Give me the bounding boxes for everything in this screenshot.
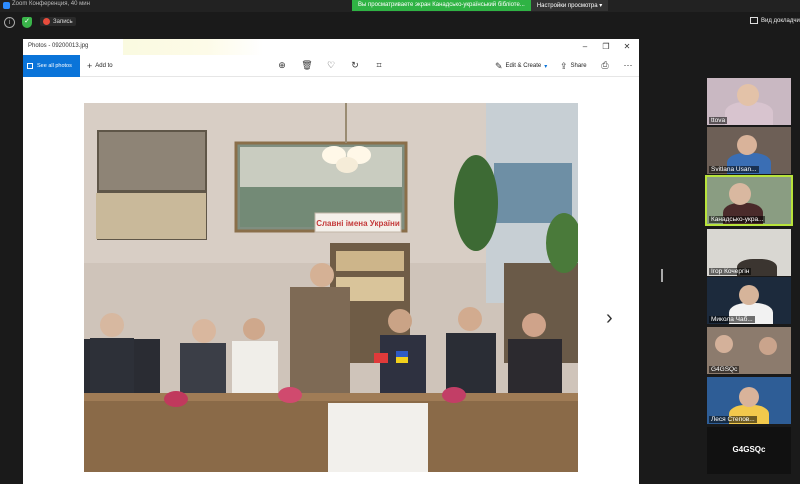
view-options-label: Настройки просмотра bbox=[536, 3, 598, 9]
view-mode-button[interactable]: Вид докладчи bbox=[750, 17, 800, 24]
shield-icon[interactable]: ✓ bbox=[22, 17, 32, 28]
title-highlight bbox=[123, 39, 263, 55]
crop-icon[interactable]: ⌗ bbox=[373, 60, 385, 71]
next-photo-arrow[interactable]: › bbox=[606, 307, 613, 330]
participant-name: Канадсько-укра... bbox=[709, 216, 766, 223]
participant-tile[interactable]: G4GSQc bbox=[707, 427, 791, 474]
edit-icon: ✎ bbox=[495, 60, 503, 71]
view-mode-label: Вид докладчи bbox=[761, 17, 800, 24]
print-icon[interactable]: ⎙ bbox=[599, 60, 611, 71]
participant-name: Svitlana Usan... bbox=[709, 166, 759, 173]
participant-tile-active[interactable]: Канадсько-укра... bbox=[705, 175, 793, 226]
share-icon: ⇪ bbox=[560, 60, 568, 71]
photos-title-bar: Photos - 09200013.jpg – ❐ ✕ bbox=[23, 39, 639, 55]
participant-name: Ігор Кочергін bbox=[709, 268, 752, 275]
see-all-label: See all photos bbox=[37, 63, 72, 69]
participant-name-large: G4GSQc bbox=[732, 445, 766, 454]
share-button[interactable]: ⇪ Share bbox=[560, 55, 587, 77]
zoom-logo-icon bbox=[3, 2, 10, 9]
zoom-toolbar: i ✓ Запись Вид докладчи bbox=[0, 12, 800, 34]
plus-icon: + bbox=[87, 61, 93, 71]
see-all-photos-button[interactable]: See all photos bbox=[23, 55, 80, 77]
zoom-icon[interactable]: ⊕ bbox=[276, 60, 288, 71]
close-icon[interactable]: ✕ bbox=[621, 42, 633, 51]
rotate-icon[interactable]: ↻ bbox=[349, 60, 361, 71]
participant-name: ttova bbox=[709, 117, 728, 124]
record-label: Запись bbox=[53, 18, 73, 25]
participant-face bbox=[715, 335, 733, 353]
participant-face bbox=[759, 337, 777, 355]
info-icon[interactable]: i bbox=[4, 17, 15, 28]
maximize-icon[interactable]: ❐ bbox=[600, 42, 612, 51]
view-options-button[interactable]: Настройки просмотра ▾ bbox=[530, 0, 609, 11]
photo-image[interactable]: Славні імена України bbox=[84, 103, 578, 472]
photo-viewer: Славні імена України › bbox=[23, 77, 639, 484]
participant-face bbox=[737, 135, 757, 155]
participant-face bbox=[737, 84, 759, 106]
photos-toolbar: See all photos + Add to ⊕ 🗑 ♡ ↻ ⌗ ✎ Edit… bbox=[23, 55, 639, 77]
participant-tile[interactable]: G4GSQc bbox=[707, 327, 791, 374]
photos-title: Photos - 09200013.jpg bbox=[28, 43, 89, 49]
window-title: Zoom Конференция, 40 мин bbox=[12, 1, 90, 7]
share-banner: Вы просматриваете экран Канадсько-україн… bbox=[352, 0, 609, 11]
participant-name: Леся Степов... bbox=[709, 416, 757, 423]
participant-tile[interactable]: Микола Чаб... bbox=[707, 277, 791, 324]
photos-window: Photos - 09200013.jpg – ❐ ✕ See all phot… bbox=[23, 39, 639, 484]
share-label: Share bbox=[570, 63, 587, 69]
participant-tile[interactable]: Леся Степов... bbox=[707, 377, 791, 424]
more-icon[interactable]: ⋯ bbox=[622, 60, 634, 71]
participant-name: G4GSQc bbox=[709, 366, 740, 373]
delete-icon[interactable]: 🗑 bbox=[301, 60, 313, 71]
recording-indicator[interactable]: Запись bbox=[40, 17, 76, 26]
minimize-icon[interactable]: – bbox=[579, 42, 591, 51]
add-to-label: Add to bbox=[95, 63, 113, 69]
participant-tile[interactable]: Svitlana Usan... bbox=[707, 127, 791, 174]
record-icon bbox=[43, 18, 50, 25]
grid-icon bbox=[750, 17, 758, 24]
participant-tile[interactable]: ttova bbox=[707, 78, 791, 125]
gallery-icon bbox=[27, 63, 33, 69]
participant-face bbox=[739, 387, 759, 407]
participant-name: Микола Чаб... bbox=[709, 316, 755, 323]
panel-resize-handle[interactable] bbox=[661, 269, 663, 282]
photo-banner-text: Славні імена України bbox=[316, 219, 400, 228]
share-message: Вы просматриваете экран Канадсько-україн… bbox=[352, 0, 531, 11]
chevron-down-icon: ▾ bbox=[544, 63, 548, 70]
participant-tile[interactable]: Ігор Кочергін bbox=[707, 229, 791, 276]
edit-create-button[interactable]: ✎ Edit & Create ▾ bbox=[495, 55, 550, 77]
edit-create-label: Edit & Create bbox=[505, 63, 542, 69]
participant-face bbox=[739, 285, 759, 305]
add-to-button[interactable]: + Add to bbox=[87, 55, 113, 77]
participant-face bbox=[729, 183, 751, 205]
favorite-icon[interactable]: ♡ bbox=[325, 60, 337, 71]
